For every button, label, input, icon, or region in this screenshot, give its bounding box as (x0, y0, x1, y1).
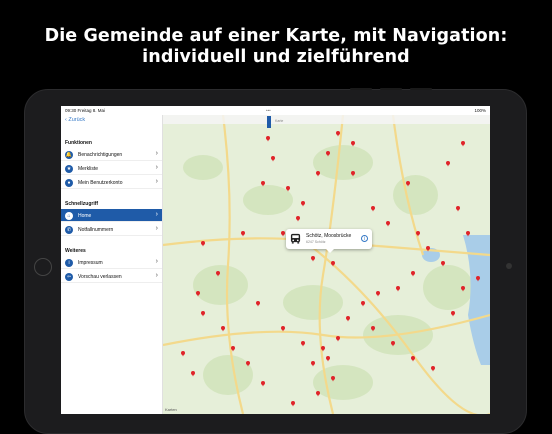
menu-item-notfallnummern[interactable]: ✆ Notfallnummern › (61, 223, 162, 236)
section-title: Schnellzugriff (65, 201, 99, 207)
home-icon: ⌂ (65, 211, 73, 220)
section-header: Funktionen (61, 137, 162, 148)
menu-item-mein-benutzerkonto[interactable]: ● Mein Benutzerkonto › (61, 176, 162, 189)
home-button (34, 258, 52, 276)
section-header: Schnellzugriff (61, 198, 162, 209)
bus-icon (290, 233, 301, 244)
phone-icon: ✆ (65, 225, 73, 234)
map-title-bar: Karte (163, 115, 490, 128)
menu-item-label: Vorschau verlassen (78, 274, 122, 280)
menu-item-vorschau-verlassen[interactable]: ⇦ Vorschau verlassen › (61, 270, 162, 283)
forest-area (193, 265, 248, 305)
forest-area (313, 365, 373, 400)
info-icon[interactable]: i (361, 235, 368, 242)
map-attribution: Karten (165, 407, 177, 412)
callout-subtitle: 6247 Schötz (306, 240, 326, 244)
bell-icon: 🔔 (65, 150, 73, 159)
menu-item-home[interactable]: ⌂ Home › (61, 209, 162, 222)
hardware-button (410, 88, 432, 90)
headline-line-1: Die Gemeinde auf einer Karte, mit Naviga… (44, 26, 508, 46)
back-label: Zurück (68, 117, 86, 123)
hardware-button (350, 88, 372, 90)
headline-line-2: individuell und zielführend (142, 47, 410, 67)
menu-item-label: Merkliste (78, 166, 99, 172)
menu-item-label: Home (78, 213, 92, 219)
chevron-right-icon: › (155, 211, 158, 218)
chevron-right-icon: › (155, 150, 158, 157)
chevron-right-icon: › (155, 225, 158, 232)
forest-area (183, 155, 223, 180)
chevron-right-icon: › (155, 258, 158, 265)
bookmark-icon: ★ (65, 164, 73, 173)
chevron-right-icon: › (155, 178, 158, 185)
menu-item-label: Benachrichtigungen (78, 152, 123, 158)
menu-item-benachrichtigungen[interactable]: 🔔 Benachrichtigungen › (61, 148, 162, 161)
headline: Die Gemeinde auf einer Karte, mit Naviga… (0, 26, 552, 68)
hardware-button (380, 88, 402, 90)
map-callout[interactable]: Schötz, Moosbrücke 6247 Schötz i (286, 229, 372, 253)
chevron-right-icon: › (155, 164, 158, 171)
status-bar: 09:30 Freitag 8. Mai ••• 100% (61, 106, 490, 115)
sidebar: ‹ Zurück × Funktionen🔔Benachrichtigungen… (61, 115, 163, 414)
callout-title: Schötz, Moosbrücke (306, 233, 352, 239)
section-header: Weiteres (61, 245, 162, 256)
section-title: Funktionen (65, 140, 92, 146)
section-title: Weiteres (65, 248, 86, 254)
chevron-right-icon: › (155, 272, 158, 279)
forest-area (313, 145, 373, 180)
menu-item-label: Impressum (78, 260, 103, 266)
menu-item-label: Mein Benutzerkonto (78, 180, 123, 186)
back-button[interactable]: ‹ Zurück (65, 117, 85, 123)
menu-item-label: Notfallnummern (78, 227, 114, 233)
forest-area (243, 185, 293, 215)
status-battery: 100% (474, 108, 486, 113)
forest-area (423, 265, 473, 310)
map-title: Karte (275, 119, 284, 123)
map-tab-indicator (267, 116, 271, 128)
info-icon: i (65, 258, 73, 267)
exit-icon: ⇦ (65, 272, 73, 281)
forest-area (393, 175, 438, 215)
menu-item-merkliste[interactable]: ★ Merkliste › (61, 162, 162, 175)
forest-area (203, 355, 253, 395)
menu-item-impressum[interactable]: i Impressum › (61, 256, 162, 269)
status-time: 09:30 Freitag 8. Mai (65, 108, 106, 113)
forest-area (283, 285, 343, 320)
camera (506, 263, 512, 269)
user-icon: ● (65, 178, 73, 187)
status-dots: ••• (266, 108, 271, 113)
app-screen: 09:30 Freitag 8. Mai ••• 100% ‹ Zurück ×… (61, 106, 490, 414)
map-view[interactable]: Karte Schötz, Moosbrücke 6247 Schötz i K… (163, 115, 490, 414)
map-canvas (163, 115, 490, 414)
callout-pointer (326, 249, 334, 253)
